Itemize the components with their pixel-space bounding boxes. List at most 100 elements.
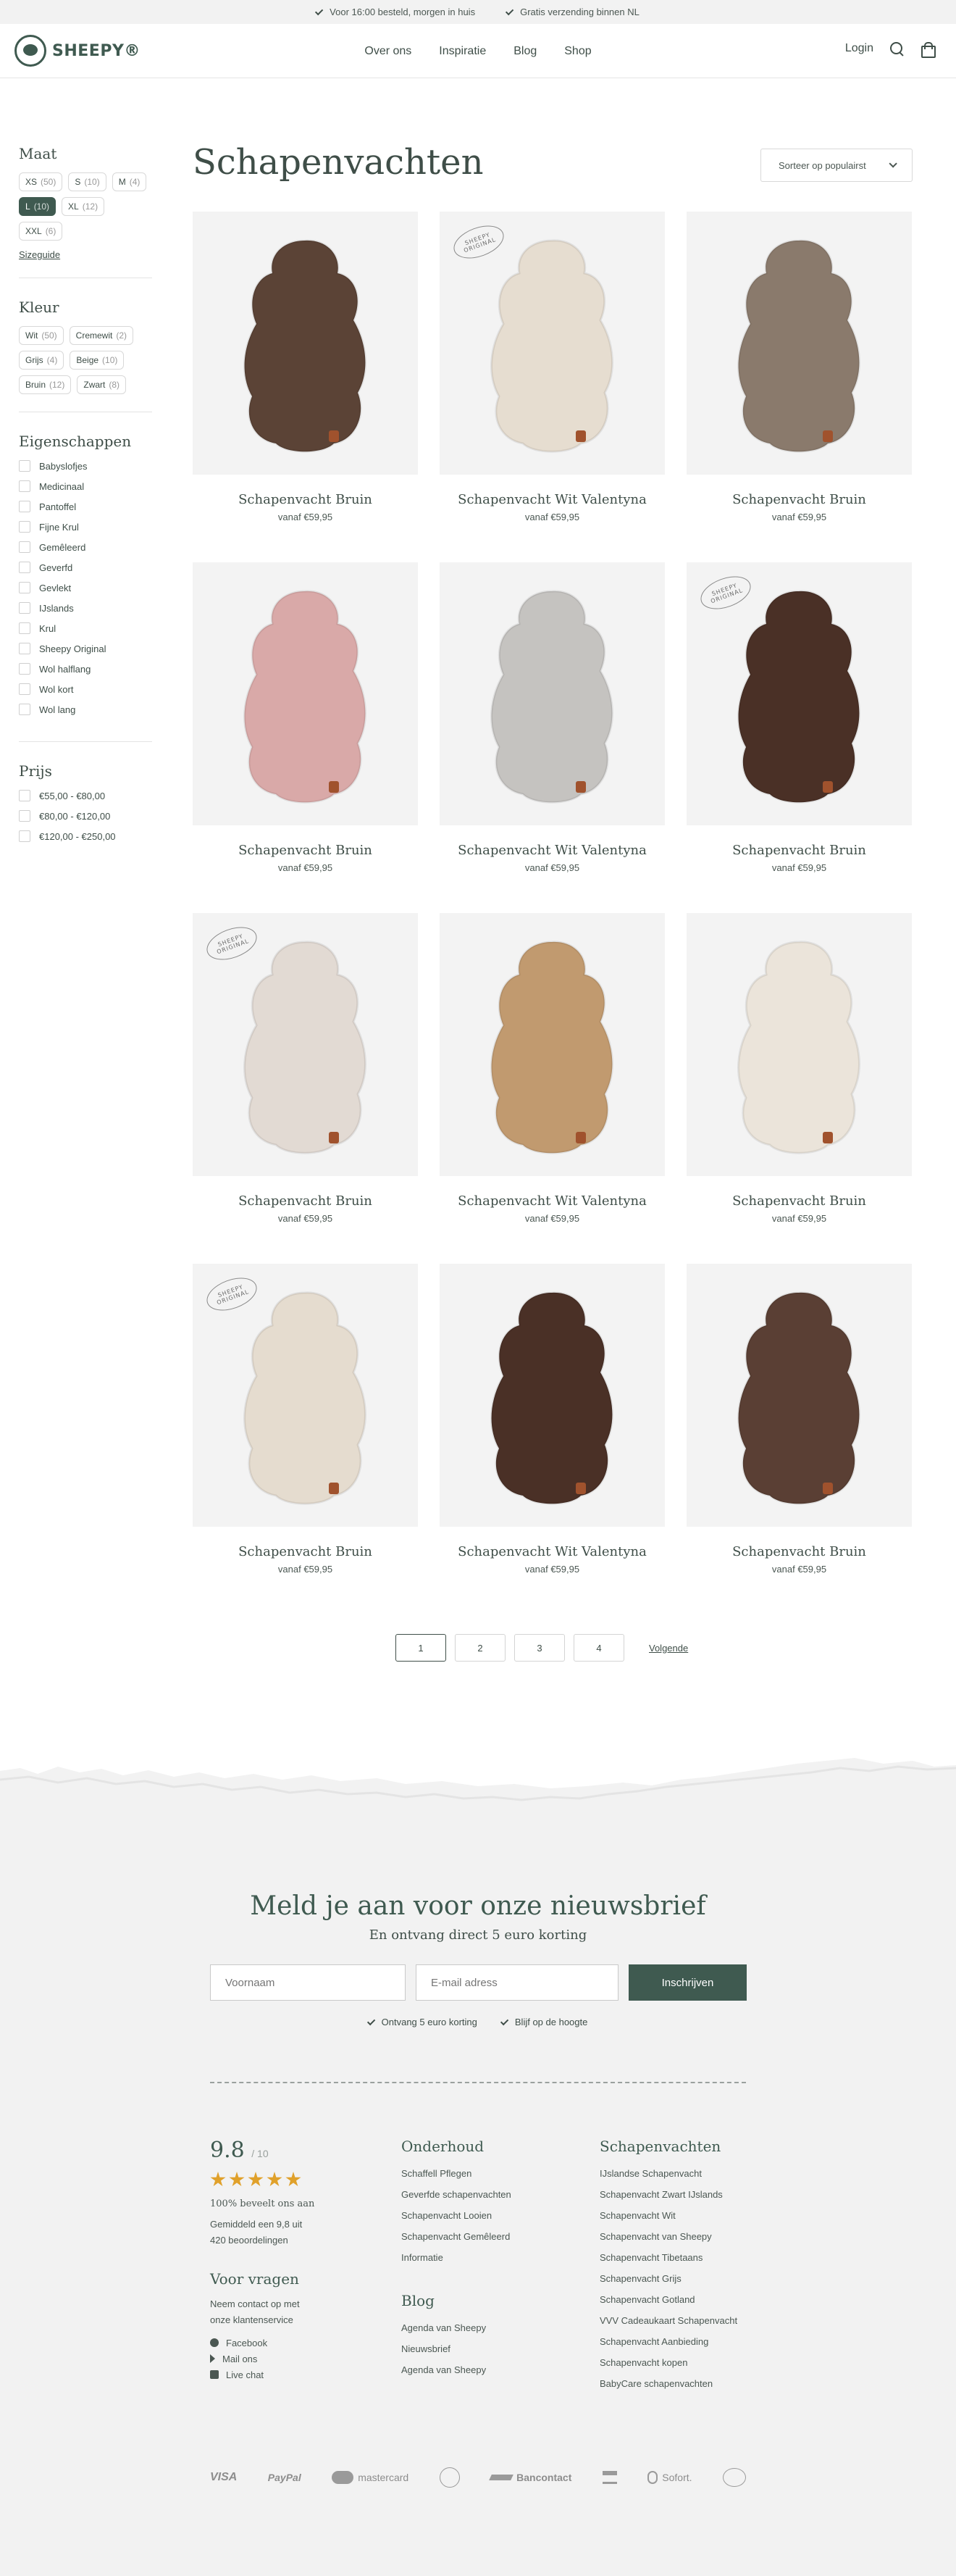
product-card[interactable]: Schapenvacht Bruin vanaf €59,95 [687, 913, 912, 1264]
product-name[interactable]: Schapenvacht Wit Valentyna [440, 1193, 665, 1209]
nav-item-blog[interactable]: Blog [513, 45, 537, 58]
product-card[interactable]: SHEEPY ORIGINAL Schapenvacht Bruin vanaf €5… [687, 562, 912, 913]
login-link[interactable]: Login [845, 42, 873, 55]
checkbox[interactable] [19, 643, 30, 654]
page-button[interactable]: 3 [514, 1634, 565, 1662]
checkbox[interactable] [19, 521, 30, 533]
product-image[interactable] [440, 1264, 665, 1527]
color-option-wit[interactable]: Wit (50) [19, 326, 64, 345]
footer-link[interactable]: Schapenvacht Wit [600, 2210, 759, 2221]
product-image[interactable]: SHEEPY ORIGINAL [440, 212, 665, 475]
footer-link[interactable]: Agenda van Sheepy [401, 2364, 575, 2375]
footer-link[interactable]: Schapenvacht Grijs [600, 2273, 759, 2284]
live-chat-link[interactable]: Live chat [210, 2367, 369, 2383]
product-card[interactable]: SHEEPY ORIGINAL Schapenvacht Bruin vanaf €5… [193, 1264, 418, 1614]
color-option-bruin[interactable]: Bruin (12) [19, 375, 72, 394]
color-option-zwart[interactable]: Zwart (8) [77, 375, 127, 394]
size-option-s[interactable]: S (10) [68, 172, 106, 191]
footer-link[interactable]: Informatie [401, 2252, 575, 2263]
checkbox[interactable] [19, 582, 30, 593]
product-card[interactable]: Schapenvacht Wit Valentyna vanaf €59,95 [440, 562, 665, 913]
mail-link[interactable]: Mail ons [210, 2351, 369, 2367]
checkbox[interactable] [19, 602, 30, 614]
nav-item-over-ons[interactable]: Over ons [364, 45, 411, 58]
price-checkbox[interactable]: €80,00 - €120,00 [19, 810, 152, 822]
subscribe-button[interactable]: Inschrijven [629, 1964, 747, 2001]
product-image[interactable] [193, 212, 418, 475]
next-page-link[interactable]: Volgende [649, 1643, 688, 1654]
price-checkbox[interactable]: €55,00 - €80,00 [19, 790, 152, 801]
checkbox[interactable] [19, 810, 30, 822]
product-card[interactable]: Schapenvacht Wit Valentyna vanaf €59,95 [440, 913, 665, 1264]
product-image[interactable]: SHEEPY ORIGINAL [193, 913, 418, 1176]
checkbox[interactable] [19, 683, 30, 695]
product-name[interactable]: Schapenvacht Bruin [687, 1193, 912, 1209]
product-name[interactable]: Schapenvacht Bruin [687, 1544, 912, 1559]
footer-link[interactable]: Schapenvacht Tibetaans [600, 2252, 759, 2263]
property-checkbox[interactable]: Gevlekt [19, 582, 152, 593]
page-button[interactable]: 1 [395, 1634, 446, 1662]
product-name[interactable]: Schapenvacht Wit Valentyna [440, 492, 665, 507]
size-option-l[interactable]: L (10) [19, 197, 56, 216]
checkbox[interactable] [19, 460, 30, 472]
product-image[interactable]: SHEEPY ORIGINAL [687, 562, 912, 825]
product-image[interactable]: SHEEPY ORIGINAL [193, 1264, 418, 1527]
property-checkbox[interactable]: IJslands [19, 602, 152, 614]
property-checkbox[interactable]: Sheepy Original [19, 643, 152, 654]
product-image[interactable] [687, 913, 912, 1176]
footer-link[interactable]: Schaffell Pflegen [401, 2168, 575, 2179]
product-image[interactable] [440, 562, 665, 825]
logo[interactable]: SHEEPY® [14, 35, 141, 67]
cart-icon[interactable] [920, 41, 936, 58]
footer-link[interactable]: Schapenvacht Aanbieding [600, 2336, 759, 2347]
property-checkbox[interactable]: Babyslofjes [19, 460, 152, 472]
product-name[interactable]: Schapenvacht Bruin [193, 1544, 418, 1559]
product-card[interactable]: Schapenvacht Bruin vanaf €59,95 [193, 212, 418, 562]
page-button[interactable]: 4 [574, 1634, 624, 1662]
checkbox[interactable] [19, 501, 30, 512]
footer-link[interactable]: Schapenvacht kopen [600, 2357, 759, 2368]
footer-link[interactable]: VVV Cadeaukaart Schapenvacht [600, 2315, 759, 2326]
color-option-cremewit[interactable]: Cremewit (2) [69, 326, 134, 345]
footer-link[interactable]: Schapenvacht Zwart IJslands [600, 2189, 759, 2200]
page-button[interactable]: 2 [455, 1634, 506, 1662]
product-name[interactable]: Schapenvacht Bruin [193, 492, 418, 507]
property-checkbox[interactable]: Krul [19, 622, 152, 634]
size-option-xs[interactable]: XS (50) [19, 172, 63, 191]
checkbox[interactable] [19, 830, 30, 842]
footer-link[interactable]: Schapenvacht Gemêleerd [401, 2231, 575, 2242]
checkbox[interactable] [19, 622, 30, 634]
checkbox[interactable] [19, 541, 30, 553]
product-card[interactable]: Schapenvacht Bruin vanaf €59,95 [687, 212, 912, 562]
product-name[interactable]: Schapenvacht Bruin [687, 843, 912, 858]
search-icon[interactable] [889, 41, 904, 56]
product-name[interactable]: Schapenvacht Bruin [193, 1193, 418, 1209]
product-image[interactable] [440, 913, 665, 1176]
color-option-beige[interactable]: Beige (10) [70, 351, 125, 370]
footer-link[interactable]: Schapenvacht Looien [401, 2210, 575, 2221]
property-checkbox[interactable]: Wol kort [19, 683, 152, 695]
product-image[interactable] [687, 1264, 912, 1527]
property-checkbox[interactable]: Wol halflang [19, 663, 152, 675]
first-name-field[interactable] [210, 1964, 406, 2001]
product-name[interactable]: Schapenvacht Wit Valentyna [440, 843, 665, 858]
sizeguide-link[interactable]: Sizeguide [19, 249, 152, 260]
color-option-grijs[interactable]: Grijs (4) [19, 351, 64, 370]
nav-item-inspiratie[interactable]: Inspiratie [439, 45, 486, 58]
product-name[interactable]: Schapenvacht Bruin [193, 843, 418, 858]
product-image[interactable] [193, 562, 418, 825]
email-field[interactable] [416, 1964, 619, 2001]
product-card[interactable]: Schapenvacht Bruin vanaf €59,95 [687, 1264, 912, 1614]
product-name[interactable]: Schapenvacht Bruin [687, 492, 912, 507]
checkbox[interactable] [19, 562, 30, 573]
checkbox[interactable] [19, 790, 30, 801]
footer-link[interactable]: BabyCare schapenvachten [600, 2378, 759, 2389]
product-card[interactable]: SHEEPY ORIGINAL Schapenvacht Bruin vanaf €5… [193, 913, 418, 1264]
product-name[interactable]: Schapenvacht Wit Valentyna [440, 1544, 665, 1559]
footer-link[interactable]: Agenda van Sheepy [401, 2322, 575, 2333]
footer-link[interactable]: Geverfde schapenvachten [401, 2189, 575, 2200]
checkbox[interactable] [19, 663, 30, 675]
sort-select[interactable]: Sorteer op populairst [760, 149, 913, 182]
product-card[interactable]: Schapenvacht Wit Valentyna vanaf €59,95 [440, 1264, 665, 1614]
checkbox[interactable] [19, 480, 30, 492]
